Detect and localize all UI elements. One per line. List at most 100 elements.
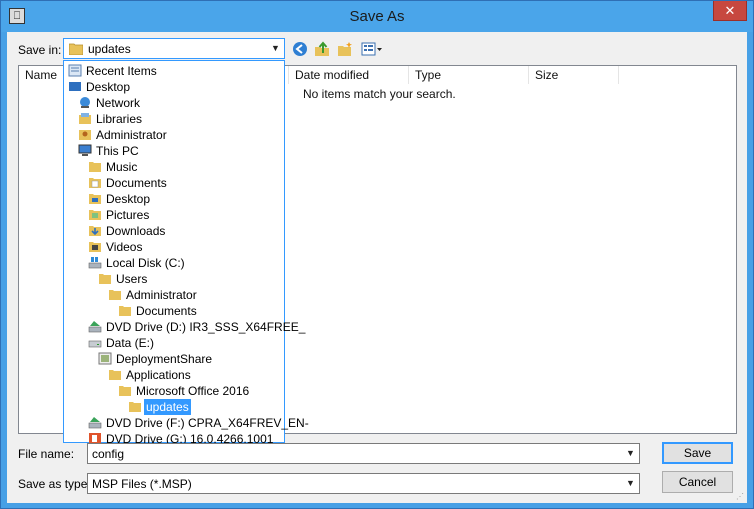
save-as-window: ⎕ Save As ✕ Save in: updates ▼ Name Date… <box>0 0 754 509</box>
dropdown-item-label: Videos <box>106 240 143 254</box>
up-folder-icon[interactable] <box>313 41 331 57</box>
dropdown-item-label: Desktop <box>86 80 131 94</box>
computer-icon <box>78 144 92 156</box>
dropdown-item-libraries[interactable]: Libraries <box>78 111 142 127</box>
dropdown-item-label: Music <box>106 160 138 174</box>
dropdown-item-label: Data (E:) <box>106 336 155 350</box>
dropdown-item-deploymentshare[interactable]: DeploymentShare <box>98 351 212 367</box>
network-icon <box>80 97 90 108</box>
file-name-combo[interactable]: config ▼ <box>87 443 640 464</box>
dropdown-item-desktop[interactable]: Desktop <box>68 79 130 95</box>
pictures-folder-icon <box>89 210 101 220</box>
save-in-dropdown-list[interactable]: Recent Items Desktop Network Libraries A… <box>63 60 309 446</box>
desktop-icon <box>69 82 81 91</box>
dropdown-item-label: Documents <box>106 176 167 190</box>
folder-icon <box>129 402 141 412</box>
dropdown-item-dvd-drive-d[interactable]: DVD Drive (D:) IR3_SSS_X64FREE_ <box>88 319 305 335</box>
save-in-value: updates <box>88 42 131 56</box>
dropdown-item-label: Desktop <box>106 192 151 206</box>
folder-icon <box>109 370 121 380</box>
dropdown-item-data-e[interactable]: Data (E:) <box>88 335 154 351</box>
desktop-folder-icon <box>89 194 101 204</box>
dropdown-item-label: DeploymentShare <box>116 352 213 366</box>
save-in-combo[interactable]: updates ▼ <box>63 38 285 59</box>
dropdown-item-label: Libraries <box>96 112 143 126</box>
title-bar[interactable]: ⎕ Save As ✕ <box>1 1 753 32</box>
save-as-type-label: Save as type: <box>18 477 91 491</box>
new-folder-icon[interactable] <box>336 41 354 57</box>
local-disk-icon <box>88 257 102 269</box>
dropdown-item-music[interactable]: Music <box>88 159 137 175</box>
dropdown-item-label: DVD Drive (D:) IR3_SSS_X64FREE_ <box>106 320 306 334</box>
window-title: Save As <box>349 8 405 25</box>
dialog-body: Save in: updates ▼ Name Date modified Ty… <box>7 32 747 503</box>
music-folder-icon <box>89 162 101 172</box>
dropdown-item-label: Network <box>96 96 141 110</box>
dvd-drive-icon <box>88 417 102 429</box>
file-name-value[interactable]: config <box>92 447 124 461</box>
dropdown-item-label: This PC <box>96 144 139 158</box>
user-folder-icon <box>79 130 91 140</box>
cancel-button[interactable]: Cancel <box>662 471 733 493</box>
dropdown-item-updates[interactable]: updates <box>128 399 191 415</box>
empty-message: No items match your search. <box>303 87 456 101</box>
column-date-modified[interactable]: Date modified <box>289 66 409 84</box>
videos-folder-icon <box>89 242 101 252</box>
resize-grip-icon[interactable]: ⋰ <box>736 492 746 502</box>
dropdown-item-label: Documents <box>136 304 197 318</box>
dropdown-item-recent-items[interactable]: Recent Items <box>68 63 157 79</box>
dropdown-item-label: Administrator <box>96 128 167 142</box>
save-button[interactable]: Save <box>662 442 733 464</box>
back-icon[interactable] <box>291 41 309 57</box>
dropdown-item-local-disk-c[interactable]: Local Disk (C:) <box>88 255 185 271</box>
chevron-down-icon[interactable]: ▼ <box>622 474 639 493</box>
dropdown-item-dvd-drive-f[interactable]: DVD Drive (F:) CPRA_X64FREV_EN- <box>88 415 309 431</box>
libraries-icon <box>79 113 91 124</box>
dropdown-item-administrator-folder[interactable]: Administrator <box>108 287 197 303</box>
dropdown-item-label: Administrator <box>126 288 197 302</box>
folder-icon <box>119 386 131 396</box>
dropdown-item-label: Users <box>116 272 148 286</box>
dvd-drive-icon <box>88 321 102 333</box>
dropdown-item-label: Microsoft Office 2016 <box>136 384 250 398</box>
dropdown-item-applications[interactable]: Applications <box>108 367 191 383</box>
dropdown-item-videos[interactable]: Videos <box>88 239 142 255</box>
dropdown-item-microsoft-office-2016[interactable]: Microsoft Office 2016 <box>118 383 249 399</box>
save-in-label: Save in: <box>18 43 62 57</box>
close-button[interactable]: ✕ <box>713 1 747 21</box>
chevron-down-icon[interactable]: ▼ <box>622 444 639 463</box>
dropdown-item-label: Recent Items <box>86 64 157 78</box>
deployment-share-icon <box>98 352 112 365</box>
dropdown-item-label: updates <box>144 399 191 415</box>
folder-icon <box>69 43 83 55</box>
folder-icon <box>99 274 111 284</box>
close-icon: ✕ <box>724 3 736 18</box>
folder-icon <box>119 306 131 316</box>
dropdown-item-downloads[interactable]: Downloads <box>88 223 165 239</box>
drive-icon <box>88 340 102 348</box>
dropdown-item-label: Downloads <box>106 224 166 238</box>
dropdown-item-users[interactable]: Users <box>98 271 147 287</box>
file-name-label: File name: <box>18 447 75 461</box>
folder-icon <box>109 290 121 300</box>
dropdown-item-documents[interactable]: Documents <box>88 175 167 191</box>
documents-folder-icon <box>89 178 101 188</box>
column-size[interactable]: Size <box>529 66 619 84</box>
dropdown-item-network[interactable]: Network <box>78 95 140 111</box>
dropdown-item-pictures[interactable]: Pictures <box>88 207 149 223</box>
chevron-down-icon[interactable]: ▼ <box>267 39 284 58</box>
save-as-type-value: MSP Files (*.MSP) <box>92 477 192 491</box>
dropdown-item-documents-folder[interactable]: Documents <box>118 303 197 319</box>
dropdown-item-desktop-folder[interactable]: Desktop <box>88 191 150 207</box>
column-type[interactable]: Type <box>409 66 529 84</box>
recent-items-icon <box>68 64 82 77</box>
dropdown-item-this-pc[interactable]: This PC <box>78 143 139 159</box>
downloads-folder-icon <box>89 226 101 236</box>
dropdown-item-administrator[interactable]: Administrator <box>78 127 167 143</box>
view-menu-icon[interactable] <box>360 41 384 57</box>
dropdown-item-label: Applications <box>126 368 191 382</box>
dropdown-item-label: Local Disk (C:) <box>106 256 185 270</box>
dropdown-item-label: Pictures <box>106 208 150 222</box>
dropdown-item-label: DVD Drive (F:) CPRA_X64FREV_EN- <box>106 416 309 430</box>
save-as-type-combo[interactable]: MSP Files (*.MSP) ▼ <box>87 473 640 494</box>
